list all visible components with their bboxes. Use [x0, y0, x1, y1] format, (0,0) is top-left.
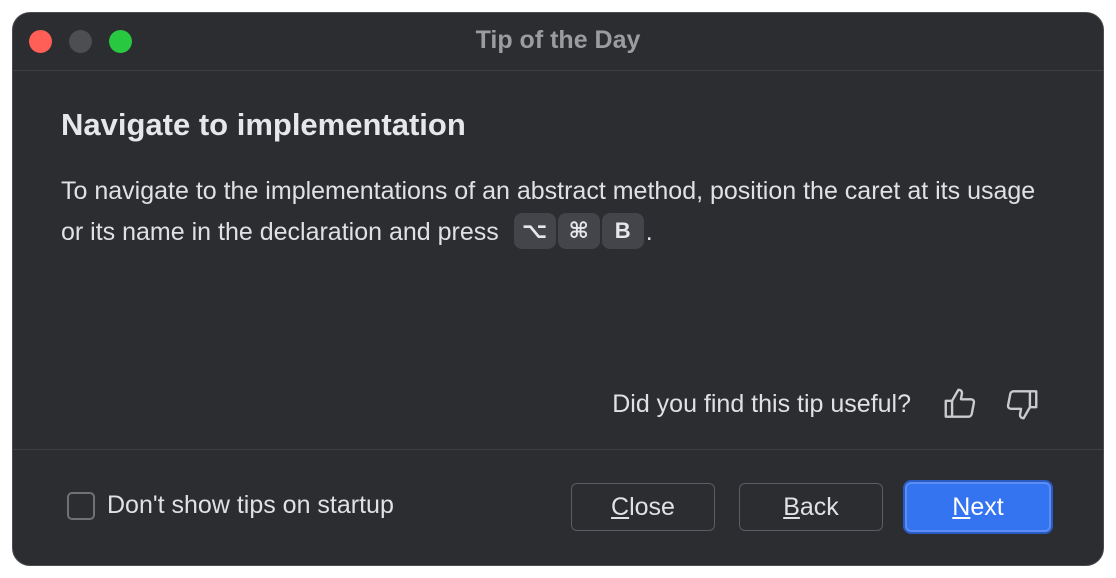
- key-command: ⌘: [557, 213, 600, 250]
- back-button[interactable]: Back: [739, 483, 883, 531]
- next-label: ext: [970, 492, 1004, 521]
- close-label: lose: [629, 492, 675, 521]
- tip-text-end: .: [645, 218, 653, 246]
- thumbs-down-icon[interactable]: [1001, 383, 1043, 425]
- feedback-question: Did you find this tip useful?: [612, 389, 911, 418]
- dont-show-tips-checkbox[interactable]: [67, 491, 95, 520]
- next-mnemonic: N: [952, 492, 971, 521]
- back-label: ack: [799, 492, 839, 521]
- title-bar[interactable]: Tip of the Day: [13, 13, 1103, 71]
- key-option: ⌥: [513, 213, 556, 250]
- tip-of-the-day-dialog: Tip of the Day Navigate to implementatio…: [12, 12, 1104, 566]
- next-button[interactable]: Next: [905, 482, 1051, 532]
- dont-show-tips-label[interactable]: Don't show tips on startup: [107, 491, 394, 520]
- window-title: Tip of the Day: [475, 26, 641, 54]
- tip-heading: Navigate to implementation: [61, 107, 466, 142]
- key-b: B: [601, 213, 644, 250]
- tip-body: To navigate to the implementations of an…: [61, 171, 1061, 253]
- close-button[interactable]: Close: [571, 483, 715, 531]
- close-mnemonic: C: [611, 492, 630, 521]
- tip-feedback: Did you find this tip useful?: [612, 383, 1043, 425]
- thumbs-up-icon[interactable]: [939, 383, 981, 425]
- dont-show-tips-option[interactable]: Don't show tips on startup: [67, 491, 394, 520]
- back-mnemonic: B: [783, 492, 800, 521]
- footer-divider: [13, 449, 1103, 450]
